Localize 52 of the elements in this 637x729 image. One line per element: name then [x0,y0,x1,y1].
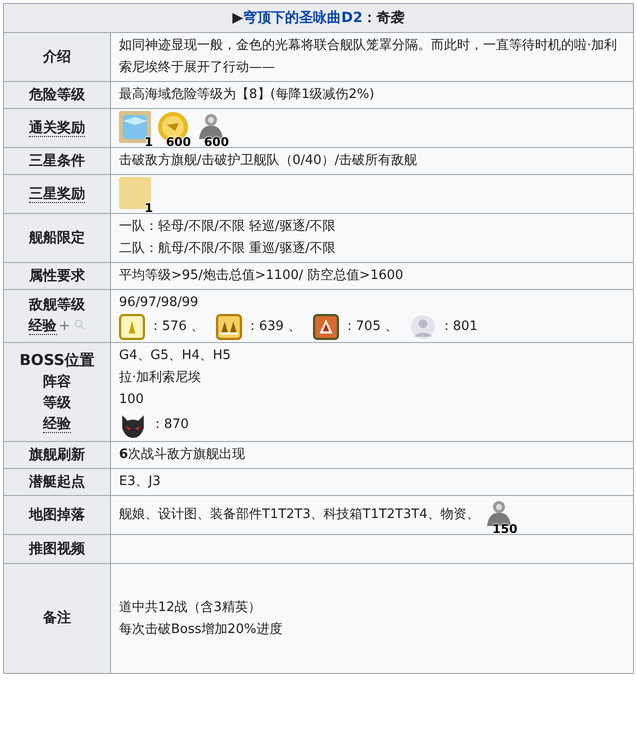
value-text: 一队：轻母/不限/不限 轻巡/驱逐/不限 [119,218,337,236]
value-text: 6次战斗敌方旗舰出现 [119,446,246,464]
row-label: 三星条件 [29,152,85,168]
exp-value: ：870 [151,416,189,434]
row-label: 舰船限定 [29,230,85,246]
row-label: 危险等级 [29,86,85,102]
row-label: 阵容 [43,374,71,390]
value-text: 如同神迹显现一般，金色的光幕将联合舰队笼罩分隔。而此时，一直等待时机的啦·加利索尼埃终于展开了行动—— [119,37,618,77]
row-label: 潜艇起点 [29,474,85,490]
row-label: 三星奖励 [29,186,85,202]
row-label: BOSS位置 [19,350,95,368]
row-label: 经验 [28,318,57,335]
double-triangle-badge-icon [216,314,242,340]
value-text: 道中共12战（含3精英） [119,598,262,616]
row-label: 经验 [43,416,71,432]
value-text: 拉·加利索尼埃 [119,369,202,387]
item-count: 1 [144,136,153,149]
warning-badge-icon [312,314,339,340]
value-text: 平均等级>95/炮击总值>1100/ 防空总值>1600 [119,267,404,285]
value-text: E3、J3 [119,473,162,491]
item-count: 600 [204,136,229,149]
exp-value: ：576 、 [149,318,204,336]
stage-link[interactable]: 穹顶下的圣咏曲D2 [243,10,363,26]
value-text: 最高海域危险等级为【8】(每降1级减伤2%) [119,86,376,104]
play-marker: ▶ [232,10,244,26]
row-label: 旗舰刷新 [29,446,85,462]
value-text: 击破敌方旗舰/击破护卫舰队（0/40）/击破所有敌舰 [119,152,418,170]
exp-value: ：639 、 [246,318,301,336]
row-label: 属性要求 [29,268,85,284]
row-label: 推图视频 [29,540,85,556]
value-text: G4、G5、H4、H5 [119,347,232,365]
row-label: 等级 [43,394,71,410]
value-text: 二队：航母/不限/不限 重巡/驱逐/不限 [119,240,337,258]
exp-value: ：705 、 [342,318,398,336]
stage-subtitle: ：奇袭 [362,10,405,26]
item-count: 150 [492,523,518,536]
row-label: 敌舰等级 [29,297,85,313]
value-text: 每次击破Boss增加20%进度 [119,620,284,638]
value-text: 100 [119,391,145,409]
value-text: 96/97/98/99 [119,294,200,312]
row-label: 介绍 [43,48,71,64]
triangle-badge-icon [119,314,145,340]
avatar-icon [410,314,436,340]
row-label: 地图掉落 [29,506,85,522]
value-text: 舰娘、设计图、装备部件T1T2T3、科技箱T1T2T3T4、物资、 [119,506,480,524]
search-icon[interactable] [74,319,86,330]
row-label: 通关奖励 [29,120,85,136]
row-label: 备注 [43,610,71,626]
plus-sign[interactable]: + [58,318,70,334]
item-count: 600 [166,136,191,149]
item-count: 1 [144,202,153,215]
exp-value: ：801 [440,318,478,336]
